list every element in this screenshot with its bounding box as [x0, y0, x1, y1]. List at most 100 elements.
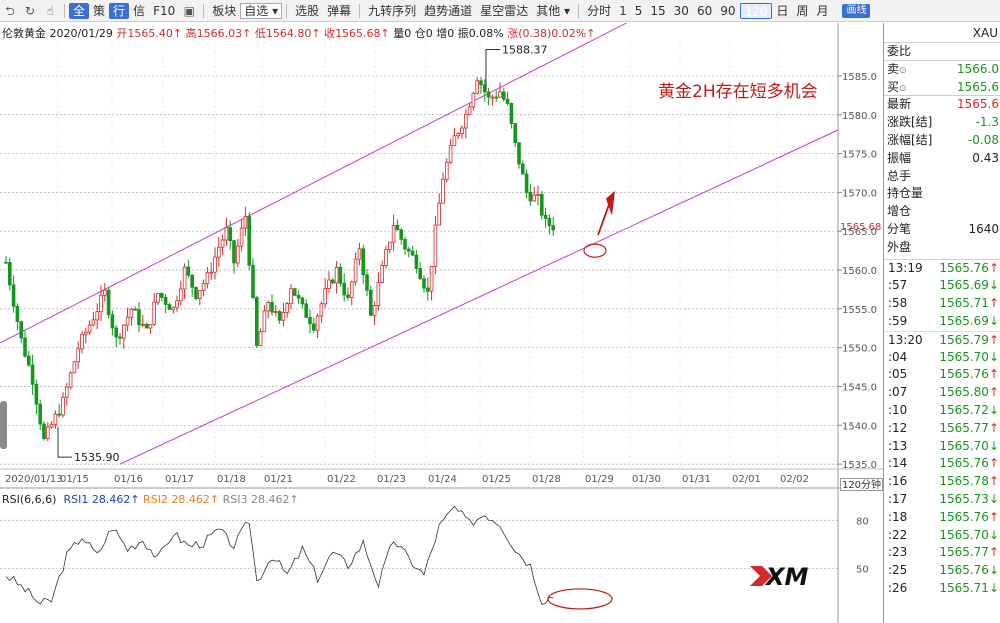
- tick-time: :05: [888, 367, 908, 382]
- period-1[interactable]: 1: [615, 3, 631, 19]
- refresh-icon[interactable]: ↻: [23, 4, 37, 18]
- period-90[interactable]: 90: [716, 3, 739, 19]
- candle-body: [239, 227, 244, 247]
- tick-list[interactable]: 13:19 1565.76↑:57 1565.69↓:58 1565.71↑:59 15…: [884, 260, 1000, 598]
- arrow-up-icon: ↑: [988, 509, 999, 524]
- candle-body: [315, 315, 320, 331]
- tick-time: :18: [888, 509, 908, 524]
- period-week[interactable]: 周: [792, 3, 812, 19]
- tick-row[interactable]: :26 1565.71↓: [884, 580, 1000, 598]
- candle-body: [463, 113, 468, 129]
- tick-row[interactable]: :18 1565.76↑: [884, 509, 1000, 527]
- tick-price: 1565.71↓: [939, 580, 999, 598]
- tick-row[interactable]: :58 1565.71↑: [884, 295, 1000, 313]
- window-icon[interactable]: ▣: [182, 4, 196, 18]
- tick-time: :07: [888, 385, 908, 400]
- tick-row[interactable]: :17 1565.73↓: [884, 491, 1000, 509]
- watchlist-dropdown[interactable]: 自选 ▾: [240, 2, 283, 19]
- chart-area[interactable]: 1535.0 1540.0 1545.0 1550.0 1555.0 1560.0 1565…: [0, 23, 883, 623]
- other-button[interactable]: 其他 ▾: [532, 3, 574, 19]
- tick-price: 1565.69↓: [939, 313, 999, 331]
- chevron-down-icon: ▾: [272, 3, 279, 18]
- period-day[interactable]: 日: [772, 3, 792, 19]
- rsi-tick-label: 80: [856, 516, 869, 527]
- arrow-up-icon: ↑: [988, 260, 999, 275]
- period-120[interactable]: 120: [739, 2, 773, 19]
- view-f10-button[interactable]: F10: [149, 3, 179, 19]
- candle-body: [357, 248, 362, 260]
- period-30[interactable]: 30: [670, 3, 693, 19]
- candle-body: [543, 214, 548, 219]
- draw-line-button[interactable]: 画线: [842, 3, 871, 18]
- candle-body: [330, 279, 335, 284]
- trend-channel-button[interactable]: 趋势通道: [420, 3, 476, 19]
- candle-body: [251, 264, 255, 298]
- period-month[interactable]: 月: [812, 3, 832, 19]
- candle-body: [38, 403, 42, 425]
- tick-row[interactable]: :10 1565.72↓: [884, 402, 1000, 420]
- time-tick-label: 01/28: [532, 474, 561, 485]
- price-chart[interactable]: 1535.0 1540.0 1545.0 1550.0 1555.0 1560.0 1565…: [0, 23, 883, 623]
- increase-value: 0: [447, 27, 455, 40]
- buy-row[interactable]: 买⊙ 1565.6: [884, 79, 1000, 97]
- pointer-icon[interactable]: ☝: [43, 4, 57, 18]
- tick-price: 1565.70↓: [939, 438, 999, 456]
- tick-price-value: 1565.76: [939, 456, 989, 471]
- candle-body: [437, 202, 441, 226]
- tick-price: 1565.77↑: [939, 544, 999, 562]
- tick-row[interactable]: 13:19 1565.76↑: [884, 260, 1000, 278]
- candle-body: [456, 133, 460, 137]
- tick-row[interactable]: 13:20 1565.79↑: [884, 330, 1000, 349]
- period-tag[interactable]: 120分钟: [840, 478, 883, 491]
- tick-row[interactable]: :14 1565.76↑: [884, 455, 1000, 473]
- arrow-up-icon: ↑: [988, 456, 999, 471]
- chart-scroll-handle[interactable]: [0, 401, 7, 449]
- tick-row[interactable]: :23 1565.77↑: [884, 544, 1000, 562]
- rsi2-value: 28.462↑: [171, 493, 220, 506]
- tick-row[interactable]: :07 1565.80↑: [884, 384, 1000, 402]
- candle-body: [258, 331, 263, 346]
- tick-row[interactable]: :16 1565.78↑: [884, 473, 1000, 491]
- tick-row[interactable]: :04 1565.70↓: [884, 349, 1000, 367]
- arrow-up-icon: ↑: [988, 420, 999, 435]
- sell-row[interactable]: 卖⊙ 1566.0: [884, 61, 1000, 79]
- tick-row[interactable]: :05 1565.76↑: [884, 366, 1000, 384]
- view-strategy-button[interactable]: 策: [89, 3, 109, 19]
- candle-body: [125, 316, 130, 326]
- back-icon[interactable]: ⮌: [3, 4, 17, 18]
- last-price-label: 1565.68: [840, 222, 881, 233]
- tick-row[interactable]: :12 1565.77↑: [884, 420, 1000, 438]
- period-60[interactable]: 60: [693, 3, 716, 19]
- tick-row[interactable]: :59 1565.69↓: [884, 313, 1000, 331]
- close-label: 收: [324, 27, 336, 40]
- star-radar-button[interactable]: 星空雷达: [476, 3, 532, 19]
- board-button[interactable]: 板块: [208, 3, 240, 19]
- tick-time: :04: [888, 349, 908, 364]
- tick-row[interactable]: :13 1565.70↓: [884, 438, 1000, 456]
- candle-body: [524, 173, 529, 193]
- bar-date: 2020/01/29: [49, 27, 113, 40]
- rsi1-value: 28.462↑: [91, 493, 140, 506]
- tick-row[interactable]: :22 1565.70↓: [884, 527, 1000, 545]
- candle-body: [11, 284, 16, 307]
- candle-body: [486, 91, 491, 98]
- tick-row[interactable]: :57 1565.69↓: [884, 277, 1000, 295]
- view-all-button[interactable]: 全: [69, 2, 90, 19]
- period-intraday[interactable]: 分时: [583, 3, 615, 19]
- td-sequential-button[interactable]: 九转序列: [364, 3, 420, 19]
- tick-price-value: 1565.69: [939, 278, 989, 293]
- candle-body: [475, 80, 479, 94]
- barrage-button[interactable]: 弹幕: [323, 3, 355, 19]
- view-info-button[interactable]: 信: [129, 3, 149, 19]
- watchlist-label: 自选: [244, 3, 269, 18]
- tick-price: 1565.78↑: [939, 473, 999, 491]
- period-15[interactable]: 15: [646, 3, 669, 19]
- toolbar-divider: [286, 3, 288, 18]
- candle-body: [144, 323, 149, 329]
- candle-body: [296, 295, 301, 299]
- view-quote-button[interactable]: 行: [109, 2, 130, 19]
- rsi-pane: 50 80: [0, 505, 869, 610]
- tick-row[interactable]: :25 1565.76↓: [884, 562, 1000, 580]
- period-5[interactable]: 5: [631, 3, 647, 19]
- stock-picker-button[interactable]: 选股: [291, 3, 323, 19]
